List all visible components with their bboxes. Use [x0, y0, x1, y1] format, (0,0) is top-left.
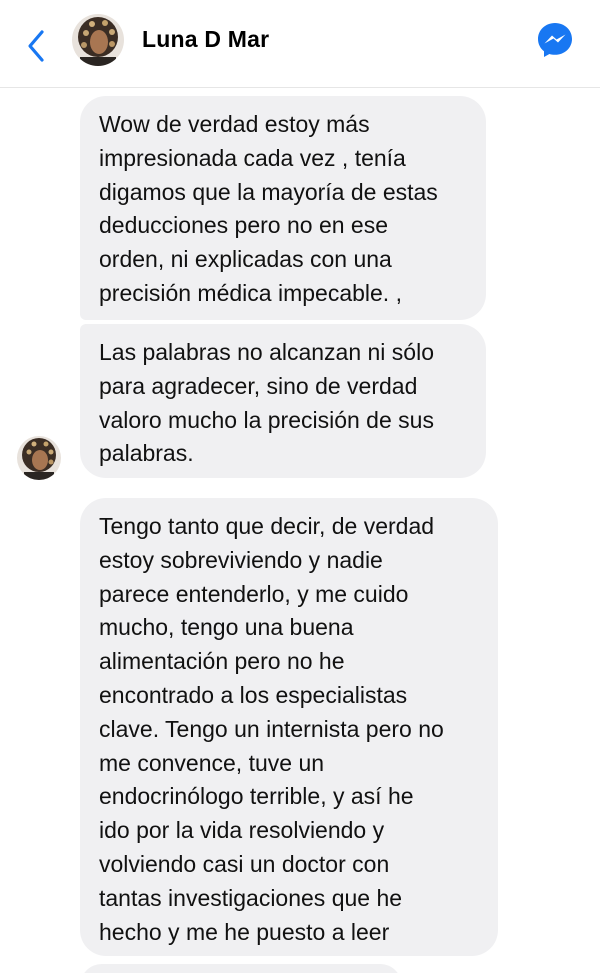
- back-button[interactable]: [20, 26, 54, 66]
- contact-avatar[interactable]: [72, 14, 124, 66]
- contact-photo: [72, 14, 124, 66]
- message-bubble-partial[interactable]: [80, 964, 402, 973]
- chat-screen: Luna D Mar Wow de verdad estoy más impre…: [0, 0, 600, 973]
- messenger-button[interactable]: [535, 20, 575, 60]
- contact-name[interactable]: Luna D Mar: [142, 26, 269, 53]
- chevron-left-icon: [28, 30, 44, 62]
- message-bubble[interactable]: Wow de verdad estoy más impresionada cad…: [80, 96, 486, 320]
- sender-avatar[interactable]: [17, 436, 61, 480]
- sender-photo: [17, 436, 61, 480]
- message-thread: Wow de verdad estoy más impresionada cad…: [0, 88, 600, 973]
- message-bubble[interactable]: Tengo tanto que decir, de verdad estoy s…: [80, 498, 498, 956]
- chat-header: Luna D Mar: [0, 0, 600, 88]
- message-bubble[interactable]: Las palabras no alcanzan ni sólo para ag…: [80, 324, 486, 478]
- messenger-icon: [538, 23, 572, 57]
